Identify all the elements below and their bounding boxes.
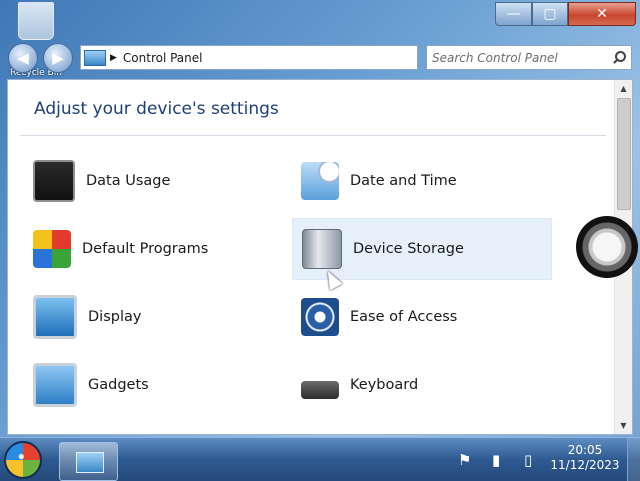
default-programs-icon	[33, 230, 71, 268]
content-pane: Adjust your device's settings Data Usage…	[7, 79, 633, 435]
control-panel-icon	[84, 49, 106, 66]
action-center-flag-icon[interactable]: ⚑	[458, 451, 471, 469]
item-label: Ease of Access	[350, 309, 458, 325]
scroll-down-button[interactable]: ▼	[615, 417, 632, 434]
gadgets-icon	[33, 363, 77, 407]
item-date-and-time[interactable]: Date and Time	[292, 150, 552, 212]
clock-date: 11/12/2023	[550, 458, 620, 472]
item-label: Keyboard	[350, 377, 419, 393]
taskbar: ⚑ ▮ ▯ 20:05 11/12/2023	[0, 437, 640, 481]
page-title: Adjust your device's settings	[34, 99, 279, 119]
item-label: Display	[88, 309, 142, 325]
title-bar: — ▢ ✕	[0, 0, 640, 40]
search-input[interactable]: Search Control Panel	[426, 45, 632, 70]
search-placeholder: Search Control Panel	[432, 50, 558, 65]
address-bar[interactable]: ▶ Control Panel	[80, 45, 418, 70]
item-display[interactable]: Display	[24, 286, 279, 348]
clock-time: 20:05	[567, 443, 603, 457]
item-default-programs[interactable]: Default Programs	[24, 218, 279, 280]
divider	[20, 135, 606, 136]
keyboard-icon	[301, 381, 339, 399]
date-time-icon	[301, 162, 339, 200]
item-label: Data Usage	[86, 173, 171, 189]
system-clock[interactable]: 20:05 11/12/2023	[550, 443, 620, 473]
item-gadgets[interactable]: Gadgets	[24, 354, 279, 416]
item-data-usage[interactable]: Data Usage	[24, 150, 279, 212]
device-storage-icon	[302, 229, 342, 269]
battery-icon[interactable]: ▯	[524, 451, 532, 469]
control-panel-taskbar-icon	[76, 452, 104, 473]
breadcrumb-control-panel[interactable]: Control Panel	[123, 51, 203, 65]
minimize-button[interactable]: —	[495, 2, 532, 26]
close-button[interactable]: ✕	[568, 2, 636, 26]
item-label: Device Storage	[353, 241, 464, 257]
forward-button[interactable]: ▶	[43, 43, 73, 73]
scroll-thumb[interactable]	[617, 98, 631, 210]
item-ease-of-access[interactable]: Ease of Access	[292, 286, 552, 348]
breadcrumb-chevron-icon[interactable]: ▶	[110, 53, 117, 63]
assistive-touch-button[interactable]	[576, 216, 638, 278]
item-label: Date and Time	[350, 173, 457, 189]
control-panel-window: — ▢ ✕ ◀ ▶ ▶ Control Panel Search Control…	[0, 0, 640, 437]
ease-of-access-icon	[301, 298, 339, 336]
navigation-bar: ◀ ▶ ▶ Control Panel Search Control Panel	[0, 40, 640, 76]
show-desktop-button[interactable]	[627, 438, 640, 481]
item-keyboard[interactable]: Keyboard	[292, 354, 552, 416]
data-usage-icon	[33, 160, 75, 202]
item-label: Default Programs	[82, 241, 209, 257]
taskbar-control-panel-button[interactable]	[59, 442, 118, 481]
scroll-up-button[interactable]: ▲	[615, 80, 632, 97]
display-icon	[33, 295, 77, 339]
maximize-button[interactable]: ▢	[532, 2, 568, 26]
start-button[interactable]	[4, 441, 42, 479]
back-button[interactable]: ◀	[8, 43, 38, 73]
search-icon[interactable]	[610, 50, 626, 66]
signal-strength-icon[interactable]: ▮	[492, 451, 500, 469]
item-label: Gadgets	[88, 377, 149, 393]
